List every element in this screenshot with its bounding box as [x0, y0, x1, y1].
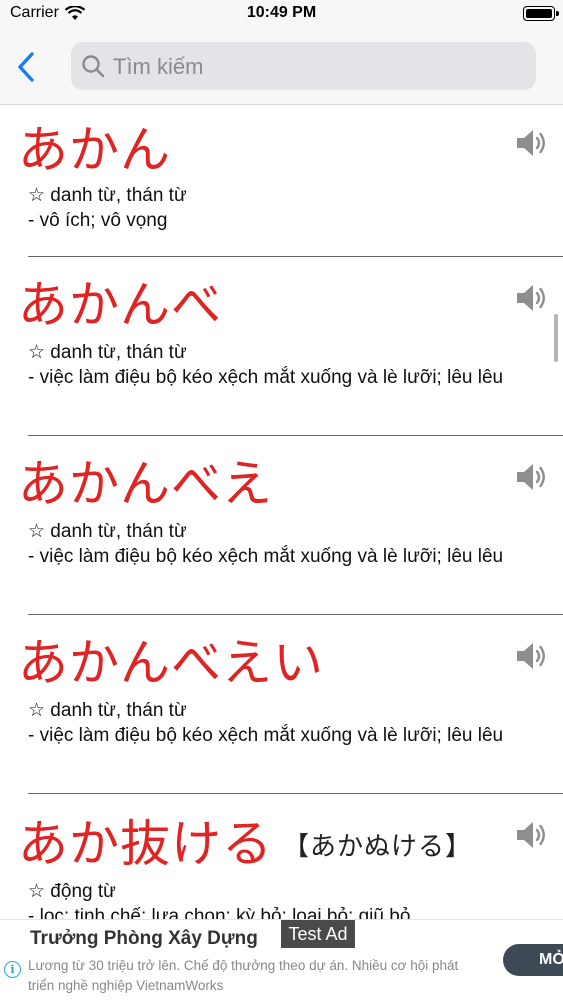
- entry-word-text: あか抜ける: [18, 815, 273, 873]
- test-ad-badge: Test Ad: [281, 920, 355, 948]
- info-icon[interactable]: i: [4, 961, 21, 978]
- entry-item[interactable]: あかんべ ☆ danh từ, thán từ - việc làm điệu …: [0, 257, 563, 436]
- speaker-icon[interactable]: [515, 126, 551, 160]
- speaker-icon[interactable]: [515, 818, 551, 852]
- entry-type: ☆ danh từ, thán từ: [28, 342, 187, 363]
- entry-definition: - việc làm điệu bộ kéo xệch mắt xuống và…: [28, 367, 504, 388]
- entry-definition: - vô ích; vô vọng: [28, 210, 168, 231]
- entry-item[interactable]: あかん ☆ danh từ, thán từ - vô ích; vô vọng: [0, 104, 563, 257]
- entry-word: あかんべえい: [18, 623, 334, 695]
- speaker-icon[interactable]: [515, 460, 551, 494]
- entry-word: あかん: [18, 110, 181, 182]
- entry-word-text: あかんべえ: [18, 455, 273, 513]
- entry-item[interactable]: あかんべえい ☆ danh từ, thán từ - việc làm điệ…: [0, 615, 563, 794]
- magnifier-icon: [82, 55, 105, 78]
- entry-item[interactable]: あか抜ける 【あかぬける】 ☆ động từ - lọc; tinh chế; …: [0, 794, 563, 919]
- entry-word-text: あかんべ: [18, 276, 222, 334]
- status-bar: Carrier 10:49 PM: [0, 0, 563, 28]
- ad-banner[interactable]: i Trưởng Phòng Xây Dựng Test Ad Lương từ…: [0, 919, 563, 1001]
- entry-definition: - việc làm điệu bộ kéo xệch mắt xuống và…: [28, 725, 504, 746]
- battery-icon: [523, 6, 559, 21]
- ad-open-button[interactable]: MỞ: [503, 944, 563, 976]
- ad-title: Trưởng Phòng Xây Dựng: [30, 928, 258, 949]
- entry-type: ☆ động từ: [28, 881, 116, 902]
- speaker-icon[interactable]: [515, 639, 551, 673]
- entry-type: ☆ danh từ, thán từ: [28, 521, 187, 542]
- entry-definition: - lọc; tinh chế; lựa chọn; kỳ bỏ; loại b…: [28, 906, 411, 919]
- entry-word: あかんべえ: [18, 444, 283, 516]
- entry-type: ☆ danh từ, thán từ: [28, 700, 187, 721]
- entry-type: ☆ danh từ, thán từ: [28, 185, 187, 206]
- search-input[interactable]: [111, 42, 525, 92]
- back-button[interactable]: [14, 50, 42, 84]
- entry-word: あかんべ: [18, 265, 232, 337]
- entry-word-text: あかんべえい: [18, 634, 324, 692]
- entry-reading: 【あかぬける】: [283, 832, 473, 862]
- scroll-indicator[interactable]: [554, 314, 558, 362]
- entry-word-text: あかん: [18, 121, 171, 179]
- speaker-icon[interactable]: [515, 281, 551, 315]
- status-time: 10:49 PM: [246, 4, 317, 21]
- entry-definition: - việc làm điệu bộ kéo xệch mắt xuống và…: [28, 546, 504, 567]
- entry-word: あか抜ける 【あかぬける】: [18, 804, 472, 876]
- ad-body: Lương từ 30 triệu trở lên. Chế độ thưởng…: [28, 958, 459, 993]
- nav-bar: [0, 28, 563, 105]
- entry-item[interactable]: あかんべえ ☆ danh từ, thán từ - việc làm điệu…: [0, 436, 563, 615]
- chevron-left-icon: [18, 52, 34, 82]
- search-bar[interactable]: [71, 42, 536, 92]
